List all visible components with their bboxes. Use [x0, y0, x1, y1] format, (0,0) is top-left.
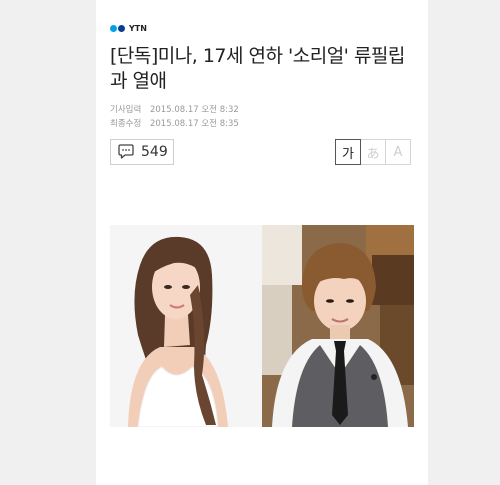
updated-date: 2015.08.17 오전 8:35: [149, 119, 239, 129]
press-name: YTN: [129, 24, 147, 33]
font-option-korean[interactable]: 가: [335, 139, 361, 165]
article-title: [단독]미나, 17세 연하 '소리얼' 류필립과 열애: [110, 45, 405, 92]
comment-count: 549: [141, 144, 168, 160]
updated-info: 최종수정 2015.08.17 오전 8:35: [110, 117, 239, 129]
man-portrait-image: [262, 225, 414, 427]
speech-bubble-icon: [118, 144, 134, 159]
logo-dot-light: [110, 25, 117, 32]
woman-portrait-image: [110, 225, 262, 427]
logo-dot-dark: [118, 25, 125, 32]
font-option-latin[interactable]: A: [385, 139, 411, 165]
updated-label: 최종수정: [110, 119, 142, 129]
article-photo-right: [262, 225, 414, 427]
published-info: 기사입력 2015.08.17 오전 8:32: [110, 103, 239, 115]
published-date: 2015.08.17 오전 8:32: [149, 105, 239, 115]
font-size-controls: 가 あ A: [335, 139, 411, 165]
comment-button[interactable]: 549: [110, 139, 174, 165]
article-photo-left: [110, 225, 262, 427]
press-logo[interactable]: YTN: [110, 24, 147, 33]
published-label: 기사입력: [110, 105, 142, 115]
article-page: YTN [단독]미나, 17세 연하 '소리얼' 류필립과 열애 기사입력 20…: [96, 0, 428, 485]
font-option-japanese[interactable]: あ: [360, 139, 386, 165]
